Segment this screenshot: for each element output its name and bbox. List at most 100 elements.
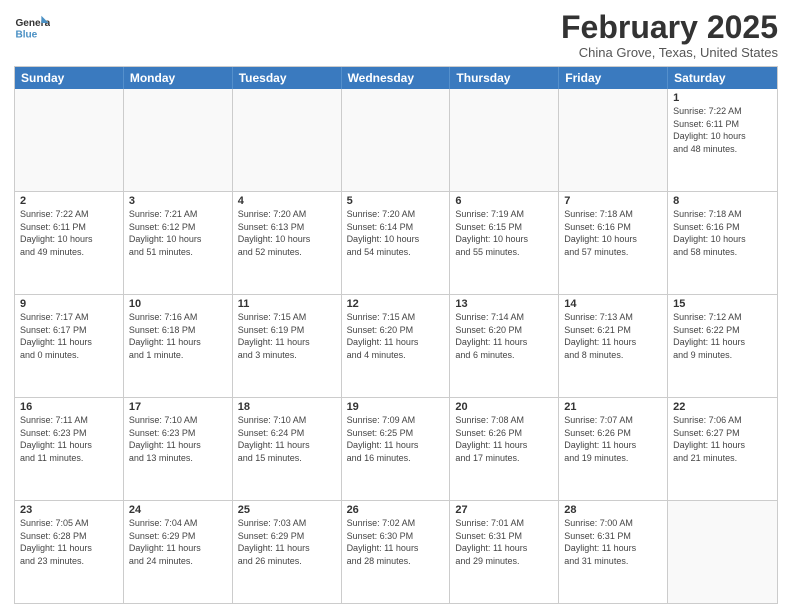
day-detail: Sunrise: 7:02 AM Sunset: 6:30 PM Dayligh… [347,517,445,567]
header: General Blue February 2025 China Grove, … [14,10,778,60]
day-detail: Sunrise: 7:10 AM Sunset: 6:23 PM Dayligh… [129,414,227,464]
header-day-wednesday: Wednesday [342,67,451,89]
cal-cell-day-1: 1Sunrise: 7:22 AM Sunset: 6:11 PM Daylig… [668,89,777,191]
day-number: 16 [20,401,118,413]
calendar-row-1: 2Sunrise: 7:22 AM Sunset: 6:11 PM Daylig… [15,191,777,294]
cal-cell-empty [15,89,124,191]
cal-cell-empty [450,89,559,191]
calendar-row-2: 9Sunrise: 7:17 AM Sunset: 6:17 PM Daylig… [15,294,777,397]
cal-cell-day-8: 8Sunrise: 7:18 AM Sunset: 6:16 PM Daylig… [668,192,777,294]
calendar-row-3: 16Sunrise: 7:11 AM Sunset: 6:23 PM Dayli… [15,397,777,500]
cal-cell-day-10: 10Sunrise: 7:16 AM Sunset: 6:18 PM Dayli… [124,295,233,397]
cal-cell-day-26: 26Sunrise: 7:02 AM Sunset: 6:30 PM Dayli… [342,501,451,603]
day-number: 6 [455,195,553,207]
day-detail: Sunrise: 7:10 AM Sunset: 6:24 PM Dayligh… [238,414,336,464]
cal-cell-day-9: 9Sunrise: 7:17 AM Sunset: 6:17 PM Daylig… [15,295,124,397]
day-detail: Sunrise: 7:13 AM Sunset: 6:21 PM Dayligh… [564,311,662,361]
cal-cell-day-25: 25Sunrise: 7:03 AM Sunset: 6:29 PM Dayli… [233,501,342,603]
cal-cell-day-19: 19Sunrise: 7:09 AM Sunset: 6:25 PM Dayli… [342,398,451,500]
day-detail: Sunrise: 7:20 AM Sunset: 6:13 PM Dayligh… [238,208,336,258]
day-detail: Sunrise: 7:14 AM Sunset: 6:20 PM Dayligh… [455,311,553,361]
cal-cell-day-28: 28Sunrise: 7:00 AM Sunset: 6:31 PM Dayli… [559,501,668,603]
day-detail: Sunrise: 7:12 AM Sunset: 6:22 PM Dayligh… [673,311,772,361]
day-number: 1 [673,92,772,104]
location: China Grove, Texas, United States [561,45,778,60]
cal-cell-day-23: 23Sunrise: 7:05 AM Sunset: 6:28 PM Dayli… [15,501,124,603]
svg-text:Blue: Blue [15,29,37,40]
day-detail: Sunrise: 7:03 AM Sunset: 6:29 PM Dayligh… [238,517,336,567]
cal-cell-empty [124,89,233,191]
cal-cell-empty [233,89,342,191]
cal-cell-day-16: 16Sunrise: 7:11 AM Sunset: 6:23 PM Dayli… [15,398,124,500]
header-day-monday: Monday [124,67,233,89]
day-number: 10 [129,298,227,310]
cal-cell-day-6: 6Sunrise: 7:19 AM Sunset: 6:15 PM Daylig… [450,192,559,294]
day-detail: Sunrise: 7:05 AM Sunset: 6:28 PM Dayligh… [20,517,118,567]
day-detail: Sunrise: 7:07 AM Sunset: 6:26 PM Dayligh… [564,414,662,464]
day-detail: Sunrise: 7:11 AM Sunset: 6:23 PM Dayligh… [20,414,118,464]
day-number: 9 [20,298,118,310]
day-detail: Sunrise: 7:21 AM Sunset: 6:12 PM Dayligh… [129,208,227,258]
day-number: 24 [129,504,227,516]
cal-cell-day-7: 7Sunrise: 7:18 AM Sunset: 6:16 PM Daylig… [559,192,668,294]
day-number: 17 [129,401,227,413]
day-number: 27 [455,504,553,516]
day-detail: Sunrise: 7:00 AM Sunset: 6:31 PM Dayligh… [564,517,662,567]
cal-cell-day-15: 15Sunrise: 7:12 AM Sunset: 6:22 PM Dayli… [668,295,777,397]
day-number: 3 [129,195,227,207]
day-number: 28 [564,504,662,516]
day-number: 20 [455,401,553,413]
calendar-row-4: 23Sunrise: 7:05 AM Sunset: 6:28 PM Dayli… [15,500,777,603]
day-number: 11 [238,298,336,310]
header-day-friday: Friday [559,67,668,89]
page: General Blue February 2025 China Grove, … [0,0,792,612]
day-number: 26 [347,504,445,516]
day-detail: Sunrise: 7:06 AM Sunset: 6:27 PM Dayligh… [673,414,772,464]
calendar-header: SundayMondayTuesdayWednesdayThursdayFrid… [15,67,777,89]
day-detail: Sunrise: 7:17 AM Sunset: 6:17 PM Dayligh… [20,311,118,361]
day-number: 7 [564,195,662,207]
day-detail: Sunrise: 7:18 AM Sunset: 6:16 PM Dayligh… [564,208,662,258]
day-detail: Sunrise: 7:08 AM Sunset: 6:26 PM Dayligh… [455,414,553,464]
day-detail: Sunrise: 7:15 AM Sunset: 6:20 PM Dayligh… [347,311,445,361]
day-detail: Sunrise: 7:09 AM Sunset: 6:25 PM Dayligh… [347,414,445,464]
cal-cell-day-11: 11Sunrise: 7:15 AM Sunset: 6:19 PM Dayli… [233,295,342,397]
day-detail: Sunrise: 7:19 AM Sunset: 6:15 PM Dayligh… [455,208,553,258]
cal-cell-day-12: 12Sunrise: 7:15 AM Sunset: 6:20 PM Dayli… [342,295,451,397]
day-number: 18 [238,401,336,413]
day-number: 14 [564,298,662,310]
calendar-row-0: 1Sunrise: 7:22 AM Sunset: 6:11 PM Daylig… [15,89,777,191]
cal-cell-day-17: 17Sunrise: 7:10 AM Sunset: 6:23 PM Dayli… [124,398,233,500]
day-number: 15 [673,298,772,310]
cal-cell-day-18: 18Sunrise: 7:10 AM Sunset: 6:24 PM Dayli… [233,398,342,500]
month-title: February 2025 [561,10,778,45]
day-number: 2 [20,195,118,207]
cal-cell-day-20: 20Sunrise: 7:08 AM Sunset: 6:26 PM Dayli… [450,398,559,500]
cal-cell-empty [668,501,777,603]
cal-cell-day-2: 2Sunrise: 7:22 AM Sunset: 6:11 PM Daylig… [15,192,124,294]
day-number: 21 [564,401,662,413]
day-detail: Sunrise: 7:16 AM Sunset: 6:18 PM Dayligh… [129,311,227,361]
day-number: 19 [347,401,445,413]
day-number: 25 [238,504,336,516]
cal-cell-empty [559,89,668,191]
cal-cell-day-3: 3Sunrise: 7:21 AM Sunset: 6:12 PM Daylig… [124,192,233,294]
day-number: 22 [673,401,772,413]
day-detail: Sunrise: 7:15 AM Sunset: 6:19 PM Dayligh… [238,311,336,361]
header-day-saturday: Saturday [668,67,777,89]
calendar-body: 1Sunrise: 7:22 AM Sunset: 6:11 PM Daylig… [15,89,777,603]
day-number: 8 [673,195,772,207]
cal-cell-day-4: 4Sunrise: 7:20 AM Sunset: 6:13 PM Daylig… [233,192,342,294]
cal-cell-day-13: 13Sunrise: 7:14 AM Sunset: 6:20 PM Dayli… [450,295,559,397]
day-detail: Sunrise: 7:20 AM Sunset: 6:14 PM Dayligh… [347,208,445,258]
logo-icon: General Blue [14,10,50,46]
logo: General Blue [14,10,50,46]
day-detail: Sunrise: 7:22 AM Sunset: 6:11 PM Dayligh… [673,105,772,155]
cal-cell-empty [342,89,451,191]
cal-cell-day-5: 5Sunrise: 7:20 AM Sunset: 6:14 PM Daylig… [342,192,451,294]
day-number: 13 [455,298,553,310]
day-detail: Sunrise: 7:22 AM Sunset: 6:11 PM Dayligh… [20,208,118,258]
header-day-thursday: Thursday [450,67,559,89]
cal-cell-day-24: 24Sunrise: 7:04 AM Sunset: 6:29 PM Dayli… [124,501,233,603]
day-number: 4 [238,195,336,207]
